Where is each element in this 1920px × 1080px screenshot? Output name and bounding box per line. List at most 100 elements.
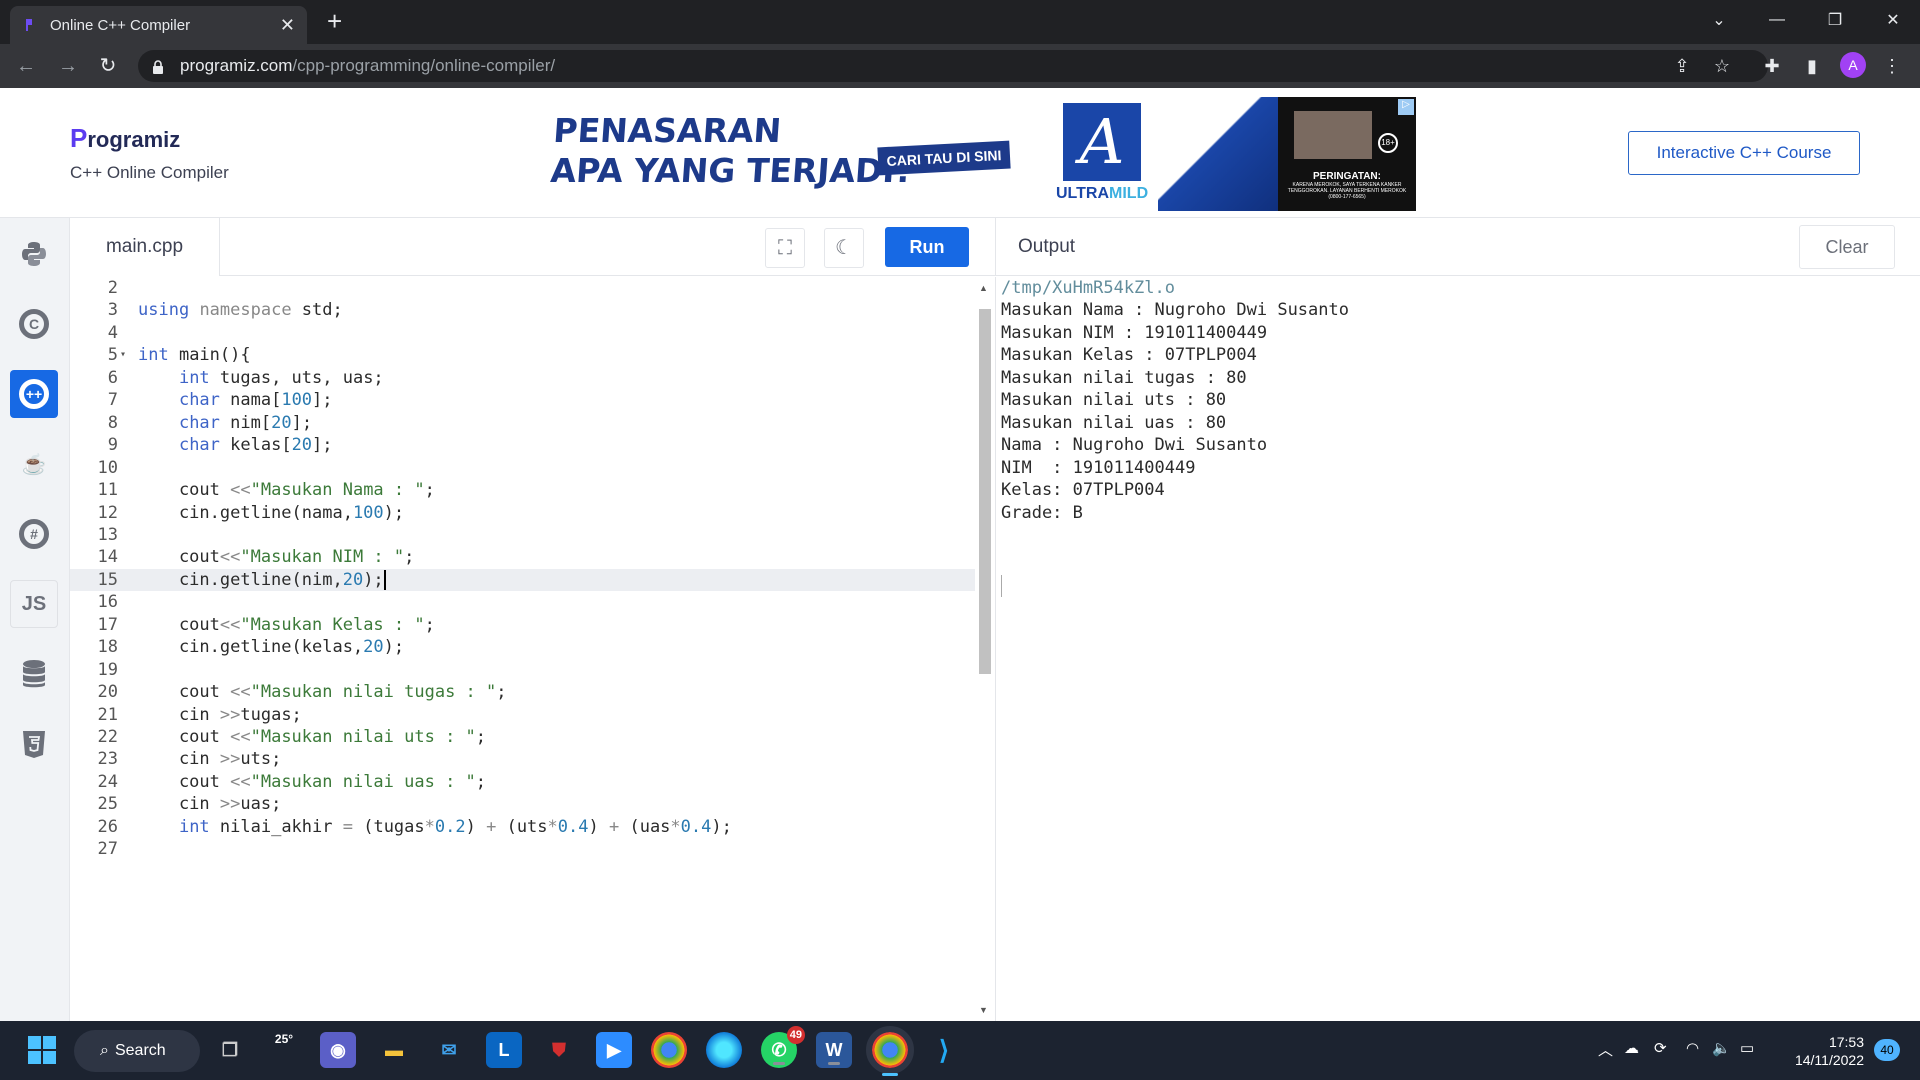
sync-icon[interactable]: ⟳ [1654,1039,1667,1057]
app-l-icon[interactable]: L [486,1032,522,1068]
code-line[interactable]: 5 ▾ int main(){ [70,344,975,366]
code-line[interactable]: 14 cout<<"Masukan NIM : "; [70,546,975,568]
language-java-button[interactable]: ☕ [10,440,58,488]
windows-taskbar: ⌕ Search ❐ 25° ◉ ▬ ✉ L ⛊ ▶ ✆ 49 W ⟩ ︿ ☁ ⟳ … [0,1021,1920,1080]
language-c-button[interactable]: C [10,300,58,348]
clear-button[interactable]: Clear [1799,225,1895,269]
ad-cta-button[interactable]: CARI TAU DI SINI [877,140,1011,176]
code-line[interactable]: 20 cout <<"Masukan nilai tugas : "; [70,681,975,703]
tab-search-icon[interactable]: ⌄ [1690,0,1748,40]
line-number: 21 [97,704,118,725]
mail-icon[interactable]: ✉ [431,1032,467,1068]
code-line[interactable]: 4 [70,322,975,344]
taskbar-search[interactable]: ⌕ Search [74,1030,200,1072]
side-panel-icon[interactable]: ▮ [1800,54,1824,78]
chrome-active-icon[interactable] [866,1026,914,1076]
browser-tab[interactable]: Online C++ Compiler ✕ [10,6,307,44]
scroll-up-icon[interactable]: ▲ [979,283,988,293]
language-cpp-button[interactable]: ++ [10,370,58,418]
reload-icon[interactable]: ↻ [96,54,120,78]
new-tab-icon[interactable]: + [327,8,342,34]
bookmark-star-icon[interactable]: ☆ [1710,54,1734,78]
fullscreen-icon[interactable]: ⛶ [765,228,805,268]
url-host: programiz.com [180,56,293,75]
task-view-icon[interactable]: ❐ [212,1032,248,1068]
code-line[interactable]: 15 cin.getline(nim,20); [70,568,975,592]
chrome-icon[interactable] [651,1032,687,1068]
notification-badge[interactable]: 40 [1874,1039,1900,1061]
editor-scrollbar[interactable]: ▲ ▼ [975,277,993,1021]
scroll-down-icon[interactable]: ▼ [979,1005,988,1015]
battery-icon[interactable]: ▭ [1740,1039,1754,1057]
code-text: cout <<"Masukan nilai tugas : "; [138,682,507,703]
run-button[interactable]: Run [885,227,969,267]
code-line[interactable]: 19 [70,659,975,681]
output-console[interactable]: /tmp/XuHmR54kZl.o Masukan Nama : Nugroho … [995,277,1920,1021]
code-line[interactable]: 6 int tugas, uts, uas; [70,367,975,389]
ad-brand-logo: A [1063,103,1141,181]
adchoices-icon[interactable]: ▷ [1398,99,1414,115]
code-line[interactable]: 8 char nim[20]; [70,412,975,434]
language-js-button[interactable]: JS [10,580,58,628]
language-sql-button[interactable] [10,650,58,698]
menu-kebab-icon[interactable]: ⋮ [1880,54,1904,78]
zoom-icon[interactable]: ▶ [596,1032,632,1068]
code-line[interactable]: 13 [70,524,975,546]
dark-mode-moon-icon[interactable]: ☾ [824,228,864,268]
windows-start-icon[interactable] [24,1032,60,1068]
mcafee-icon[interactable]: ⛊ [541,1032,577,1068]
weather-widget-icon[interactable]: 25° [266,1032,302,1068]
vscode-icon[interactable]: ⟩ [926,1032,962,1068]
code-line[interactable]: 21 cin >>tugas; [70,704,975,726]
scrollbar-thumb[interactable] [979,309,991,674]
restore-icon[interactable]: ❐ [1806,0,1864,40]
close-window-icon[interactable]: ✕ [1864,0,1920,40]
language-sidebar: C ++ ☕ # JS [0,218,70,1021]
code-line[interactable]: 2 [70,277,975,299]
share-icon[interactable]: ⇪ [1670,54,1694,78]
language-csharp-button[interactable]: # [10,510,58,558]
code-line[interactable]: 11 cout <<"Masukan Nama : "; [70,479,975,501]
tab-close-icon[interactable]: ✕ [280,15,295,36]
code-line[interactable]: 9 char kelas[20]; [70,434,975,456]
advertisement-banner[interactable]: PENASARAN APA YANG TERJADI? CARI TAU DI … [548,97,1416,211]
csharp-icon: # [19,519,49,549]
wifi-icon[interactable]: ◠ [1686,1039,1699,1057]
file-explorer-icon[interactable]: ▬ [376,1032,412,1068]
extensions-icon[interactable]: ✚ [1760,54,1784,78]
word-icon[interactable]: W [816,1032,852,1068]
line-number: 7 [107,390,118,411]
code-line[interactable]: 3 using namespace std; [70,299,975,321]
interactive-course-button[interactable]: Interactive C++ Course [1628,131,1860,175]
edge-icon[interactable] [706,1032,742,1068]
teams-chat-icon[interactable]: ◉ [320,1032,356,1068]
file-tab-main-cpp[interactable]: main.cpp [70,218,220,276]
code-line[interactable]: 23 cin >>uts; [70,748,975,770]
code-line[interactable]: 7 char nama[100]; [70,389,975,411]
code-line[interactable]: 24 cout <<"Masukan nilai uas : "; [70,771,975,793]
minimize-icon[interactable]: — [1748,0,1806,40]
code-line[interactable]: 12 cin.getline(nama,100); [70,502,975,524]
language-python-button[interactable] [10,230,58,278]
code-line[interactable]: 10 [70,457,975,479]
forward-icon[interactable]: → [56,54,80,78]
code-line[interactable]: 16 [70,591,975,613]
code-line[interactable]: 26 int nilai_akhir = (tugas*0.2) + (uts*… [70,816,975,838]
back-icon[interactable]: ← [14,54,38,78]
code-editor[interactable]: 2 3 using namespace std; 4 5 ▾ int main(){6 in… [70,277,995,1021]
whatsapp-icon[interactable]: ✆ 49 [761,1026,805,1068]
show-hidden-icons-icon[interactable]: ︿ [1598,1039,1613,1060]
code-line[interactable]: 22 cout <<"Masukan nilai uts : "; [70,726,975,748]
code-line[interactable]: 18 cin.getline(kelas,20); [70,636,975,658]
volume-icon[interactable]: 🔈 [1712,1039,1731,1057]
onedrive-icon[interactable]: ☁ [1624,1039,1639,1057]
code-line[interactable]: 27 [70,838,975,860]
system-clock[interactable]: 17:53 14/11/2022 [1772,1033,1864,1069]
code-line[interactable]: 17 cout<<"Masukan Kelas : "; [70,614,975,636]
programiz-logo[interactable]: Programiz [70,123,180,154]
address-bar[interactable]: programiz.com/cpp-programming/online-com… [138,50,1768,82]
language-html-button[interactable] [10,720,58,768]
fold-toggle-icon[interactable]: ▾ [120,344,126,366]
code-line[interactable]: 25 cin >>uas; [70,793,975,815]
profile-avatar[interactable]: A [1840,52,1866,78]
